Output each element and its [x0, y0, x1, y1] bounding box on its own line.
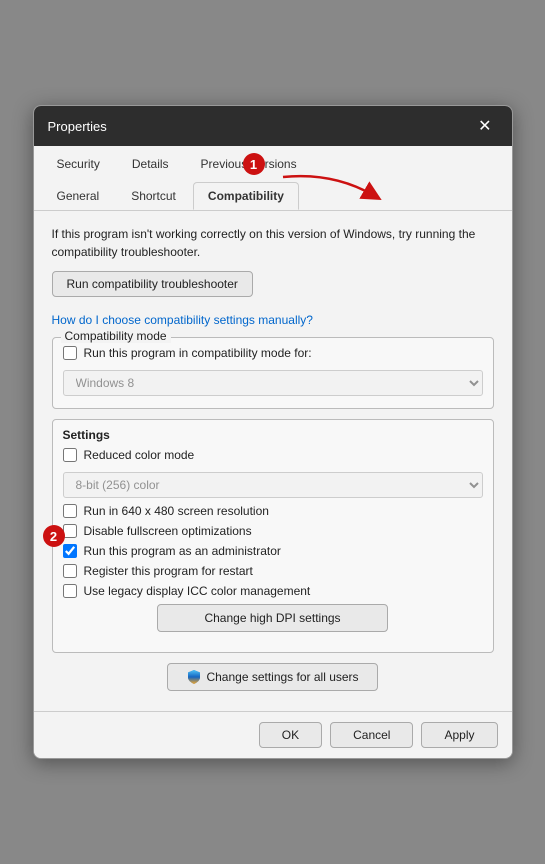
- compatibility-mode-group: Compatibility mode Run this program in c…: [52, 337, 494, 409]
- close-button[interactable]: ✕: [472, 114, 497, 138]
- admin-row: Run this program as an administrator: [63, 544, 483, 558]
- restart-checkbox[interactable]: [63, 564, 77, 578]
- restart-label: Register this program for restart: [84, 564, 253, 578]
- annotation-circle-1: 1: [243, 153, 265, 175]
- tabs-row-1: Security Details Previous Versions: [42, 146, 504, 178]
- settings-group: Settings Reduced color mode 8-bit (256) …: [52, 419, 494, 653]
- change-all-users-label: Change settings for all users: [206, 670, 358, 684]
- cancel-button[interactable]: Cancel: [330, 722, 413, 748]
- resolution-row: Run in 640 x 480 screen resolution: [63, 504, 483, 518]
- icc-row: Use legacy display ICC color management: [63, 584, 483, 598]
- tab-security[interactable]: Security: [42, 150, 115, 178]
- change-all-users-row: Change settings for all users: [52, 663, 494, 691]
- change-dpi-button[interactable]: Change high DPI settings: [157, 604, 388, 632]
- settings-group-label: Settings: [63, 428, 483, 442]
- change-all-users-button[interactable]: Change settings for all users: [167, 663, 377, 691]
- annotation-circle-2: 2: [43, 525, 65, 547]
- run-troubleshooter-button[interactable]: Run compatibility troubleshooter: [52, 271, 253, 297]
- help-link[interactable]: How do I choose compatibility settings m…: [52, 313, 313, 327]
- color-mode-dropdown[interactable]: 8-bit (256) color: [63, 472, 483, 498]
- compat-mode-checkbox[interactable]: [63, 346, 77, 360]
- reduced-color-label: Reduced color mode: [84, 448, 195, 462]
- footer-buttons: OK Cancel Apply: [34, 711, 512, 758]
- title-bar: Properties ✕: [34, 106, 512, 146]
- reduced-color-checkbox[interactable]: [63, 448, 77, 462]
- tab-general[interactable]: General: [42, 182, 115, 210]
- icc-checkbox[interactable]: [63, 584, 77, 598]
- shield-icon: [186, 669, 202, 685]
- admin-checkbox[interactable]: [63, 544, 77, 558]
- restart-row: Register this program for restart: [63, 564, 483, 578]
- tab-details[interactable]: Details: [117, 150, 184, 178]
- tab-compatibility[interactable]: Compatibility: [193, 182, 299, 210]
- info-text: If this program isn't working correctly …: [52, 225, 494, 261]
- icc-label: Use legacy display ICC color management: [84, 584, 311, 598]
- tab-content: If this program isn't working correctly …: [34, 211, 512, 711]
- compat-mode-dropdown[interactable]: Windows 8 Windows 7 Windows Vista Window…: [63, 370, 483, 396]
- tabs-container: Security Details Previous Versions Gener…: [34, 146, 512, 211]
- fullscreen-opt-label: Disable fullscreen optimizations: [84, 524, 252, 538]
- reduced-color-row: Reduced color mode: [63, 448, 483, 462]
- properties-window: Properties ✕ Security Details Previous V…: [33, 105, 513, 759]
- ok-button[interactable]: OK: [259, 722, 322, 748]
- fullscreen-opt-checkbox[interactable]: [63, 524, 77, 538]
- window-title: Properties: [48, 119, 107, 134]
- compat-mode-checkbox-row: Run this program in compatibility mode f…: [63, 346, 483, 360]
- tab-shortcut[interactable]: Shortcut: [116, 182, 191, 210]
- fullscreen-opt-row: Disable fullscreen optimizations: [63, 524, 483, 538]
- dpi-btn-row: Change high DPI settings: [63, 604, 483, 632]
- tabs-row-2: General Shortcut Compatibility: [42, 178, 504, 210]
- compat-mode-label: Run this program in compatibility mode f…: [84, 346, 312, 360]
- apply-button[interactable]: Apply: [421, 722, 497, 748]
- admin-label: Run this program as an administrator: [84, 544, 281, 558]
- compat-group-label: Compatibility mode: [61, 329, 171, 343]
- resolution-checkbox[interactable]: [63, 504, 77, 518]
- resolution-label: Run in 640 x 480 screen resolution: [84, 504, 269, 518]
